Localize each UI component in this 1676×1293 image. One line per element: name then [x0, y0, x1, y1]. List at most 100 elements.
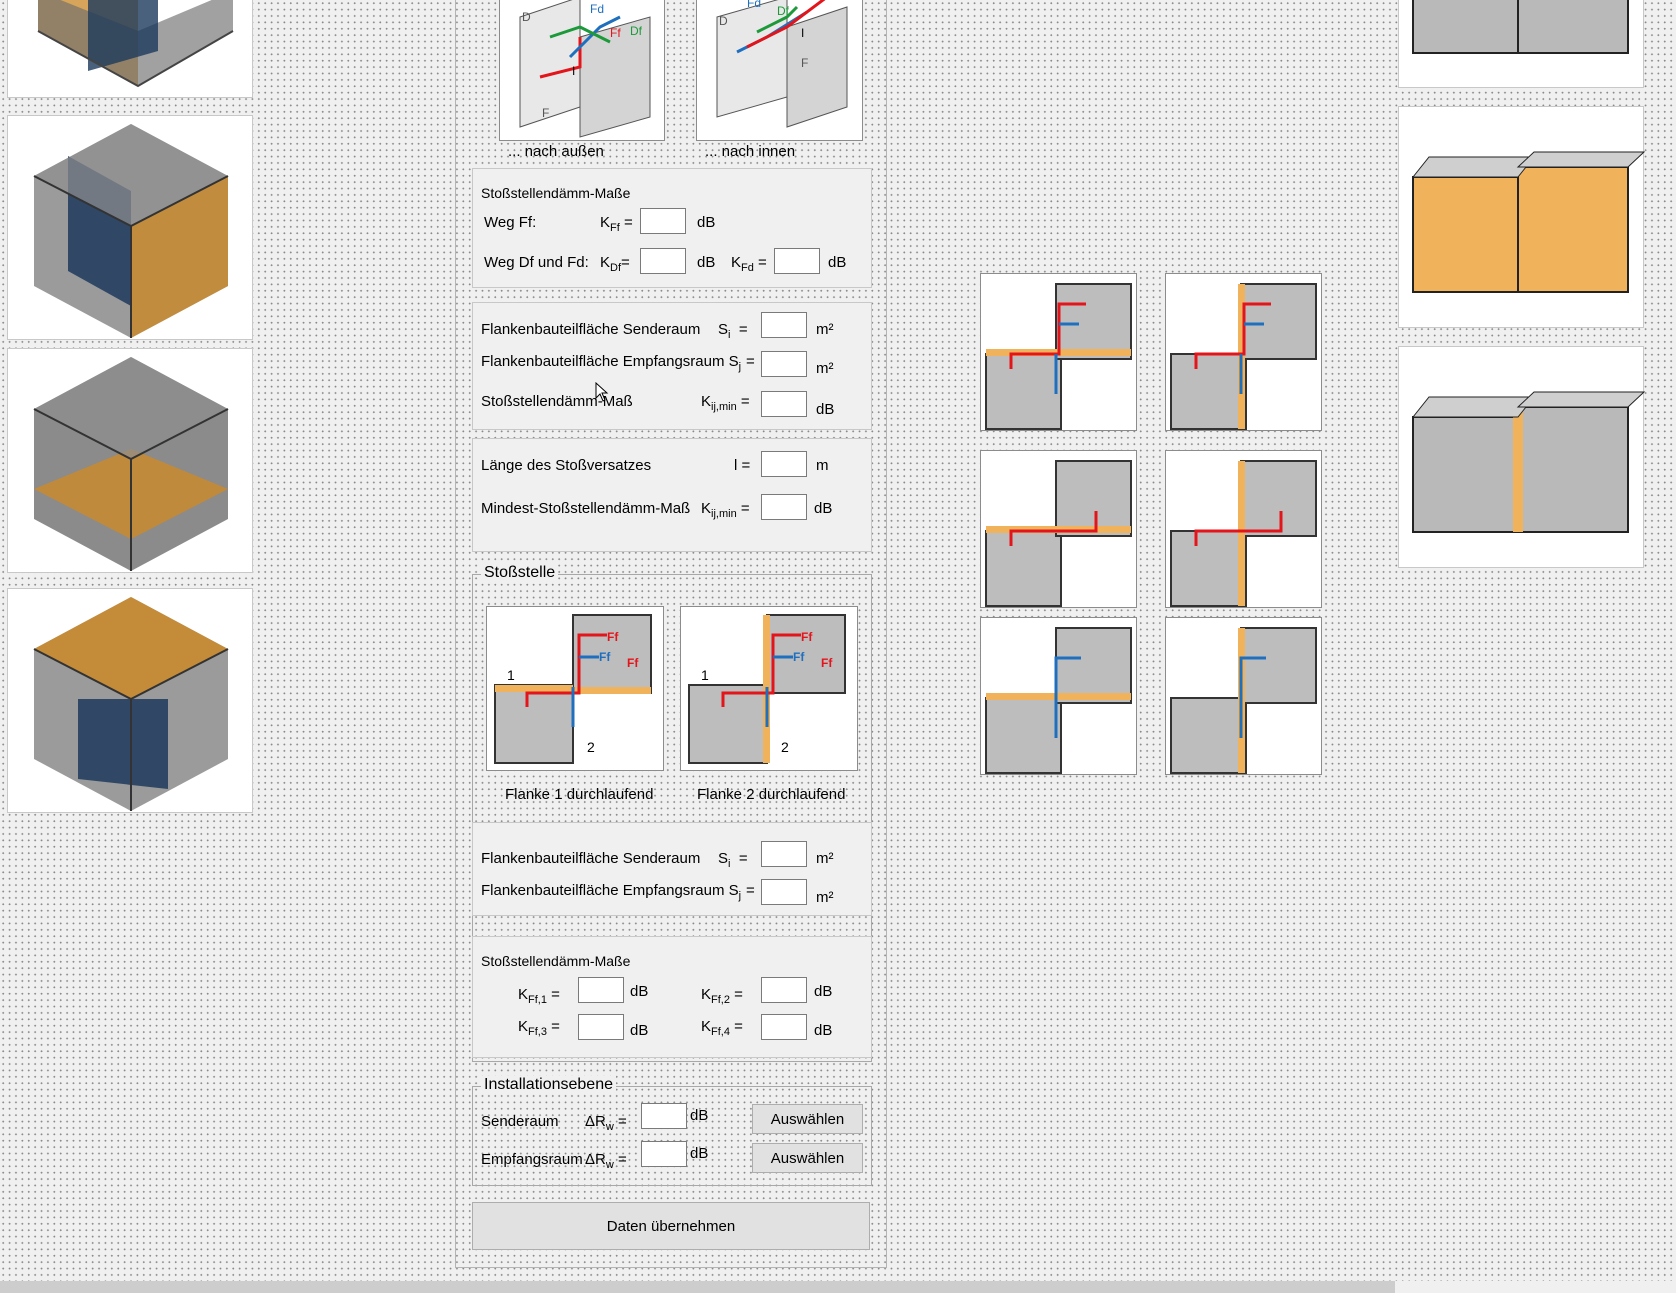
- flank1-ff1-label: Ff: [627, 656, 639, 670]
- installation-sender-label: Senderaum: [481, 1113, 559, 1130]
- select-sender-button[interactable]: Auswählen: [752, 1104, 863, 1134]
- k-ff-input[interactable]: [640, 208, 686, 234]
- kij-min-input[interactable]: [761, 494, 807, 520]
- flank2-ff2-label: Ff: [801, 630, 813, 644]
- caption-outward: ... nach außen: [508, 143, 604, 160]
- junction-variant-3[interactable]: [980, 450, 1137, 608]
- sj-equals: =: [746, 353, 755, 370]
- junction-variant-2[interactable]: [1165, 273, 1322, 431]
- k-fd-unit: dB: [828, 254, 847, 271]
- kff1-input[interactable]: [578, 977, 624, 1003]
- l-symbol: l =: [734, 457, 751, 474]
- junction-variant-6[interactable]: [1165, 617, 1322, 775]
- diagram-label-i-inward: I: [801, 26, 804, 40]
- kff4-unit: dB: [814, 1022, 833, 1039]
- kff4-symbol: KFf,4 =: [701, 1018, 743, 1038]
- room-pair-3[interactable]: [1398, 346, 1646, 568]
- k-fd-input[interactable]: [774, 248, 820, 274]
- si-symbol: Si =: [718, 321, 748, 341]
- flank1-num-2: 2: [587, 739, 595, 755]
- kff2-input[interactable]: [761, 977, 807, 1003]
- kij-min-symbol: Kij,min =: [701, 500, 750, 520]
- diagram-outward[interactable]: Fd Ff Df D F I: [499, 0, 665, 141]
- kff1-unit: dB: [630, 983, 649, 1000]
- junction-label: Stoßstellendämm-Maß: [481, 393, 633, 410]
- cube-thumbnail-2[interactable]: [7, 115, 253, 340]
- sj-unit: m²: [816, 360, 834, 377]
- l-input[interactable]: [761, 451, 807, 477]
- cube-thumbnail-1[interactable]: [7, 0, 253, 98]
- diagram-label-fd-inward: Fd: [747, 0, 761, 10]
- sj-input[interactable]: [761, 351, 807, 377]
- k-fd-symbol: KFd =: [731, 254, 767, 274]
- k-ff-symbol: KFf =: [600, 214, 633, 234]
- installation-receiver-label: Empfangsraum: [481, 1151, 583, 1168]
- diagram-label-fd: Fd: [590, 2, 604, 16]
- cube-thumbnail-4[interactable]: [7, 588, 253, 813]
- junction-variant-1[interactable]: [980, 273, 1137, 431]
- diagram-label-ff: Ff: [610, 26, 621, 40]
- flank-receiver-label: Flankenbauteilfläche Empfangsraum Sj: [481, 353, 742, 373]
- kff2-unit: dB: [814, 983, 833, 1000]
- flank1-ff2-label: Ff: [607, 630, 619, 644]
- k-df-unit: dB: [697, 254, 716, 271]
- flank1-ff3-label: Ff: [599, 650, 611, 664]
- dr-receiver-input[interactable]: [641, 1141, 687, 1167]
- flank1-num-1: 1: [507, 667, 515, 683]
- stossstelle-legend: Stoßstelle: [481, 564, 559, 582]
- stoss-si-input[interactable]: [761, 841, 807, 867]
- offset-group: [472, 438, 872, 552]
- flank1-caption: Flanke 1 durchlaufend: [505, 786, 654, 803]
- k-df-input[interactable]: [640, 248, 686, 274]
- dr-sender-input[interactable]: [641, 1103, 687, 1129]
- kij-input[interactable]: [761, 391, 807, 417]
- junction-variant-5[interactable]: [980, 617, 1137, 775]
- diagram-label-d: D: [522, 10, 531, 24]
- stoss-si-symbol: Si =: [718, 850, 748, 870]
- submit-data-button[interactable]: Daten übernehmen: [472, 1202, 870, 1250]
- kff3-symbol: KFf,3 =: [518, 1018, 560, 1038]
- flank2-diagram[interactable]: 1 2 Ff Ff Ff: [680, 606, 858, 771]
- kff3-input[interactable]: [578, 1014, 624, 1040]
- l-unit: m: [816, 457, 829, 474]
- stoss-receiver-label: Flankenbauteilfläche Empfangsraum Sj: [481, 882, 742, 902]
- stoss-sender-label: Flankenbauteilfläche Senderaum: [481, 850, 701, 867]
- caption-inward: ... nach innen: [705, 143, 796, 160]
- stoss-sj-unit: m²: [816, 889, 834, 906]
- kff1-symbol: KFf,1 =: [518, 986, 560, 1006]
- junction-variant-4[interactable]: [1165, 450, 1322, 608]
- si-unit: m²: [816, 321, 834, 338]
- flank-sender-label: Flankenbauteilfläche Senderaum: [481, 321, 701, 338]
- diagram-label-df: Df: [630, 24, 643, 38]
- installation-legend: Installationsebene: [481, 1076, 616, 1094]
- dr-receiver-symbol: ΔRw =: [585, 1151, 627, 1171]
- flank2-num-1: 1: [701, 667, 709, 683]
- kij-min-unit: dB: [814, 500, 833, 517]
- kff4-input[interactable]: [761, 1014, 807, 1040]
- stoss-sj-input[interactable]: [761, 879, 807, 905]
- diagram-label-f: F: [542, 106, 549, 120]
- stoss-si-unit: m²: [816, 850, 834, 867]
- dr-sender-symbol: ΔRw =: [585, 1113, 627, 1133]
- si-input[interactable]: [761, 312, 807, 338]
- flank1-diagram[interactable]: 1 2 Ff Ff Ff: [486, 606, 664, 771]
- diagram-label-i: I: [572, 64, 575, 78]
- flank2-caption: Flanke 2 durchlaufend: [697, 786, 846, 803]
- path-ff-label: Weg Ff:: [484, 214, 537, 231]
- select-receiver-button[interactable]: Auswählen: [752, 1143, 863, 1173]
- room-pair-2[interactable]: [1398, 106, 1646, 328]
- room-pair-1[interactable]: [1398, 0, 1644, 88]
- scrollbar-thumb[interactable]: [0, 1281, 1395, 1293]
- kff2-symbol: KFf,2 =: [701, 986, 743, 1006]
- stoss-sj-equals: =: [746, 882, 755, 899]
- path-df-fd-label: Weg Df und Fd:: [484, 254, 589, 271]
- dr-receiver-unit: dB: [690, 1145, 709, 1162]
- k-df-symbol: KDf=: [600, 254, 630, 274]
- kff3-unit: dB: [630, 1022, 649, 1039]
- offset-length-label: Länge des Stoßversatzes: [481, 457, 652, 474]
- cube-thumbnail-3[interactable]: [7, 348, 253, 573]
- min-junction-label: Mindest-Stoßstellendämm-Maß: [481, 500, 691, 517]
- flank2-num-2: 2: [781, 739, 789, 755]
- flank2-ff3-label: Ff: [793, 650, 805, 664]
- diagram-inward[interactable]: Fd Df D F I: [696, 0, 863, 141]
